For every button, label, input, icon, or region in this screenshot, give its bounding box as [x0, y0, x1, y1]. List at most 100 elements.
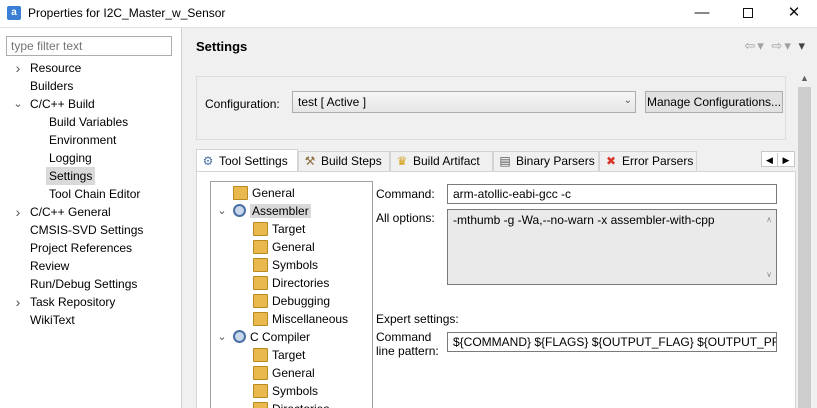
build-artifact-icon: ♛: [396, 154, 408, 168]
tab-build-artifact[interactable]: ♛ Build Artifact: [390, 151, 493, 171]
tool-tree-item[interactable]: Target: [253, 220, 305, 238]
tree-item[interactable]: Build Variables: [49, 113, 128, 131]
vertical-scrollbar[interactable]: ▲: [796, 70, 813, 408]
tree-item[interactable]: Project References: [30, 239, 132, 257]
manage-configurations-button[interactable]: Manage Configurations...: [645, 91, 783, 113]
scroll-up-icon[interactable]: ∧: [762, 213, 776, 227]
tab-tool-settings[interactable]: ⚙ Tool Settings: [196, 149, 298, 172]
tree-item[interactable]: C/C++ General: [30, 203, 111, 221]
tree-item-label: Project References: [30, 241, 133, 255]
all-options-textarea[interactable]: -mthumb -g -Wa,--no-warn -x assembler-wi…: [447, 209, 777, 285]
scroll-up-icon[interactable]: ▲: [796, 70, 813, 87]
tool-settings-panel: General ⌄ Assembler Target General Symbols Dir…: [196, 171, 796, 408]
tab-label: Tool Settings: [219, 154, 288, 168]
tool-tree-item[interactable]: Symbols: [253, 382, 318, 400]
tree-item[interactable]: WikiText: [30, 311, 75, 329]
command-input[interactable]: arm-atollic-eabi-gcc -c: [447, 184, 777, 204]
tree-item[interactable]: C/C++ Build: [30, 95, 95, 113]
minimize-button[interactable]: —: [679, 0, 725, 28]
tree-item-label: Build Variables: [49, 115, 129, 129]
expand-arrow-icon[interactable]: ›: [13, 203, 23, 221]
tree-item[interactable]: Settings: [46, 167, 96, 185]
tree-item[interactable]: Logging: [49, 149, 92, 167]
maximize-icon: [743, 8, 753, 18]
tree-item-label: Resource: [30, 61, 82, 75]
tool-tree[interactable]: General ⌄ Assembler Target General Symbols Dir…: [210, 181, 373, 408]
collapse-arrow-icon[interactable]: ⌄: [217, 202, 227, 220]
tool-tree-item[interactable]: Directories: [253, 400, 329, 408]
configuration-label: Configuration:: [205, 97, 280, 111]
gear-icon: [233, 330, 246, 344]
command-label: Command:: [376, 187, 435, 201]
folder-icon: [253, 347, 268, 362]
forward-dropdown-icon[interactable]: ▾: [784, 38, 793, 53]
tab-build-steps[interactable]: ⚒ Build Steps: [298, 151, 390, 171]
tree-item[interactable]: Environment: [49, 131, 116, 149]
forward-icon[interactable]: ⇨: [771, 38, 784, 53]
command-line-pattern-label-line1: Command: [376, 330, 432, 344]
tree-item[interactable]: Tool Chain Editor: [49, 185, 140, 203]
tab-scroll-left-icon[interactable]: ◀: [762, 153, 778, 167]
tree-item-label: Run/Debug Settings: [30, 277, 138, 291]
tree-item-label: Logging: [49, 151, 92, 165]
tab-binary-parsers[interactable]: ▤ Binary Parsers: [493, 151, 599, 171]
configuration-select[interactable]: test [ Active ] ⌄: [292, 91, 636, 113]
tab-label: Build Artifact: [413, 154, 480, 168]
tree-item[interactable]: CMSIS-SVD Settings: [30, 221, 143, 239]
filter-input[interactable]: [6, 36, 172, 56]
command-line-pattern-input[interactable]: ${COMMAND} ${FLAGS} ${OUTPUT_FLAG} ${OUT…: [447, 332, 777, 352]
view-menu-icon[interactable]: ▾: [798, 38, 807, 53]
tool-tree-item[interactable]: Miscellaneous: [253, 310, 348, 328]
tool-tree-item-label: Target: [272, 222, 306, 236]
tool-tree-item[interactable]: General: [253, 238, 315, 256]
tool-tree-item-label: Symbols: [272, 384, 319, 398]
tree-item[interactable]: Run/Debug Settings: [30, 275, 137, 293]
maximize-button[interactable]: [725, 0, 771, 28]
tool-tree-item-label: General: [272, 366, 315, 380]
tree-item[interactable]: Resource: [30, 59, 81, 77]
collapse-arrow-icon[interactable]: ⌄: [217, 328, 227, 346]
tab-error-parsers[interactable]: ✖ Error Parsers: [599, 151, 697, 171]
tree-item[interactable]: Task Repository: [30, 293, 115, 311]
tool-tree-item[interactable]: Assembler: [233, 202, 311, 220]
tool-tree-item[interactable]: Symbols: [253, 256, 318, 274]
error-parsers-icon: ✖: [605, 154, 617, 168]
scroll-down-icon[interactable]: ∨: [762, 268, 776, 282]
tool-tree-item[interactable]: Debugging: [253, 292, 330, 310]
tool-tree-item[interactable]: C Compiler: [233, 328, 310, 346]
folder-icon: [253, 401, 268, 408]
tool-tree-item[interactable]: Target: [253, 346, 305, 364]
tool-tree-item-label: Symbols: [272, 258, 319, 272]
tool-tree-item[interactable]: General: [253, 364, 315, 382]
app-icon: a: [7, 6, 21, 20]
tree-item[interactable]: Builders: [30, 77, 73, 95]
back-dropdown-icon[interactable]: ▾: [757, 38, 766, 53]
tool-tree-item-label: Assembler: [250, 204, 311, 218]
configuration-group: Configuration: test [ Active ] ⌄ Manage …: [196, 76, 786, 140]
tree-item-label: Settings: [49, 169, 93, 183]
scroll-thumb[interactable]: [798, 87, 811, 408]
folder-icon: [253, 383, 268, 398]
tree-item-label: Builders: [30, 79, 74, 93]
textarea-scrollbar[interactable]: ∧ ∨: [762, 210, 776, 284]
tool-tree-item-label: Directories: [272, 276, 330, 290]
tree-item[interactable]: Review: [30, 257, 69, 275]
build-steps-icon: ⚒: [304, 154, 316, 168]
expand-arrow-icon[interactable]: ›: [13, 293, 23, 311]
tab-bar: ⚙ Tool Settings ⚒ Build Steps ♛ Build Artifac…: [196, 149, 796, 172]
expand-arrow-icon[interactable]: ›: [13, 59, 23, 77]
tool-tree-item-label: C Compiler: [250, 330, 311, 344]
collapse-arrow-icon[interactable]: ⌄: [13, 95, 23, 113]
back-icon[interactable]: ⇦: [744, 38, 757, 53]
nav-buttons: ⇦▾ ⇨▾ ▾: [744, 38, 807, 54]
close-button[interactable]: ✕: [771, 0, 817, 28]
tool-tree-item[interactable]: General: [233, 184, 295, 202]
tool-tree-item-label: Debugging: [272, 294, 331, 308]
window-title: Properties for I2C_Master_w_Sensor: [28, 6, 226, 20]
tab-scroll-right-icon[interactable]: ▶: [778, 153, 794, 167]
tab-label: Error Parsers: [622, 154, 694, 168]
sash-divider[interactable]: [181, 28, 188, 408]
tab-label: Binary Parsers: [516, 154, 595, 168]
tool-tree-item[interactable]: Directories: [253, 274, 329, 292]
folder-icon: [253, 365, 268, 380]
